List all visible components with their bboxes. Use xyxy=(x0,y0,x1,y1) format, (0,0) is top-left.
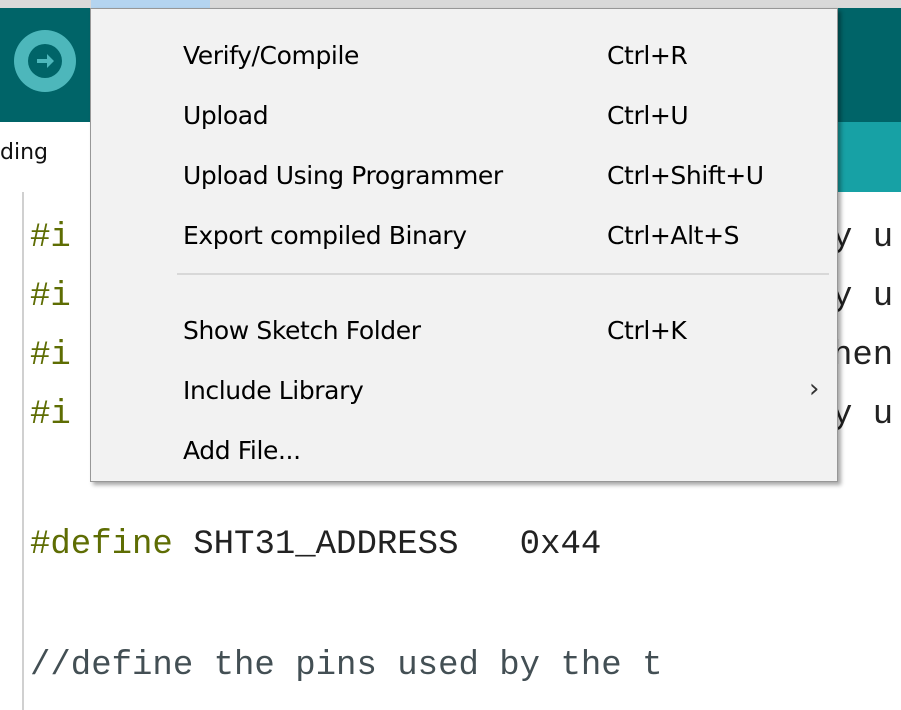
code-line-comment: //define the pins used by the t xyxy=(30,647,663,685)
code-line-4-tail: y u xyxy=(832,396,894,434)
code-line-include-2: #i xyxy=(30,278,71,316)
menu-item-label: Verify/Compile xyxy=(183,41,359,70)
menu-item-show-sketch-folder[interactable]: Show Sketch Folder Ctrl+K xyxy=(91,304,837,360)
code-line-2-tail: y u xyxy=(832,278,894,316)
editor-gutter xyxy=(22,192,24,710)
menu-item-upload[interactable]: Upload Ctrl+U xyxy=(91,89,837,145)
code-line-include-4: #i xyxy=(30,396,71,434)
menu-sketch-highlight[interactable] xyxy=(91,0,210,8)
menu-item-verify-compile[interactable]: Verify/Compile Ctrl+R xyxy=(91,29,837,85)
code-line-3-tail: hen xyxy=(832,337,894,375)
menu-item-shortcut: Ctrl+Alt+S xyxy=(607,221,740,250)
code-line-define: #define SHT31_ADDRESS 0x44 xyxy=(30,525,601,565)
define-keyword: #define xyxy=(30,526,173,564)
verify-button[interactable] xyxy=(14,30,76,92)
menu-item-label: Include Library xyxy=(183,376,364,405)
sketch-menu-dropdown: Verify/Compile Ctrl+R Upload Ctrl+U Uplo… xyxy=(90,8,838,482)
code-line-include-3: #i xyxy=(30,337,71,375)
define-body: SHT31_ADDRESS 0x44 xyxy=(172,526,602,564)
menu-item-label: Add File... xyxy=(183,436,301,465)
menu-item-shortcut: Ctrl+U xyxy=(607,101,689,130)
menu-item-include-library[interactable]: Include Library › xyxy=(91,364,837,420)
code-line-1-tail: y u xyxy=(832,219,894,257)
menu-item-label: Show Sketch Folder xyxy=(183,316,421,345)
menu-item-add-file[interactable]: Add File... xyxy=(91,424,837,480)
chevron-right-icon: › xyxy=(809,374,820,404)
menu-separator xyxy=(177,273,829,275)
menu-item-shortcut: Ctrl+K xyxy=(607,316,687,345)
menu-item-label: Export compiled Binary xyxy=(183,221,467,250)
menu-item-label: Upload Using Programmer xyxy=(183,161,503,190)
menu-item-shortcut: Ctrl+R xyxy=(607,41,688,70)
menu-item-export-compiled-binary[interactable]: Export compiled Binary Ctrl+Alt+S xyxy=(91,209,837,265)
code-line-include-1: #i xyxy=(30,219,71,257)
menu-item-shortcut: Ctrl+Shift+U xyxy=(607,161,764,190)
tab-label: ding xyxy=(0,140,48,165)
menu-item-label: Upload xyxy=(183,101,269,130)
arrow-right-icon xyxy=(28,44,62,78)
menu-item-upload-using-programmer[interactable]: Upload Using Programmer Ctrl+Shift+U xyxy=(91,149,837,205)
